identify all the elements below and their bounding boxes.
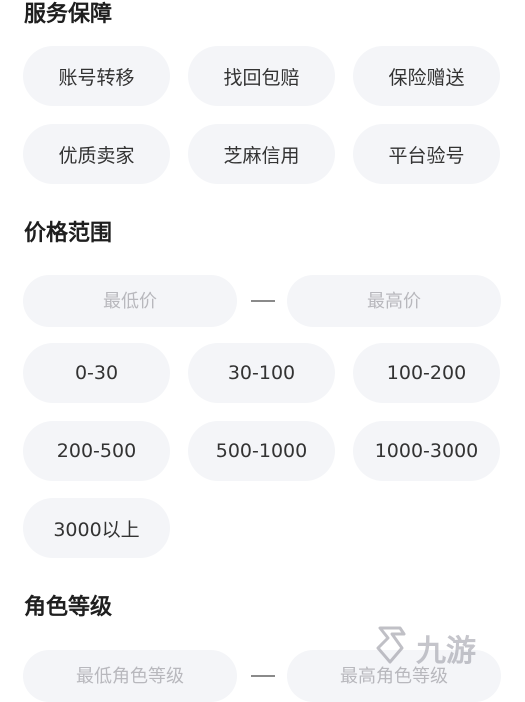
min-level-input[interactable] (23, 650, 237, 702)
service-section-title: 服务保障 (24, 2, 113, 27)
price-range-option[interactable]: 500-1000 (188, 421, 335, 481)
price-range-option[interactable]: 0-30 (23, 343, 170, 403)
price-range-option[interactable]: 1000-3000 (353, 421, 500, 481)
service-option-sesame-credit[interactable]: 芝麻信用 (188, 124, 335, 184)
min-price-input[interactable] (23, 275, 237, 327)
price-range-option[interactable]: 30-100 (188, 343, 335, 403)
service-option-recovery-guarantee[interactable]: 找回包赔 (188, 46, 335, 106)
level-section-title: 角色等级 (24, 595, 113, 620)
price-range-option[interactable]: 200-500 (23, 421, 170, 481)
price-range-dash (251, 300, 275, 302)
max-level-input[interactable] (287, 650, 501, 702)
service-option-platform-verified[interactable]: 平台验号 (353, 124, 500, 184)
service-option-account-transfer[interactable]: 账号转移 (23, 46, 170, 106)
level-range-dash (251, 675, 275, 677)
price-range-option[interactable]: 100-200 (353, 343, 500, 403)
max-price-input[interactable] (287, 275, 501, 327)
service-option-insurance-gift[interactable]: 保险赠送 (353, 46, 500, 106)
price-range-option[interactable]: 3000以上 (23, 498, 170, 558)
price-section-title: 价格范围 (24, 221, 113, 246)
service-option-quality-seller[interactable]: 优质卖家 (23, 124, 170, 184)
